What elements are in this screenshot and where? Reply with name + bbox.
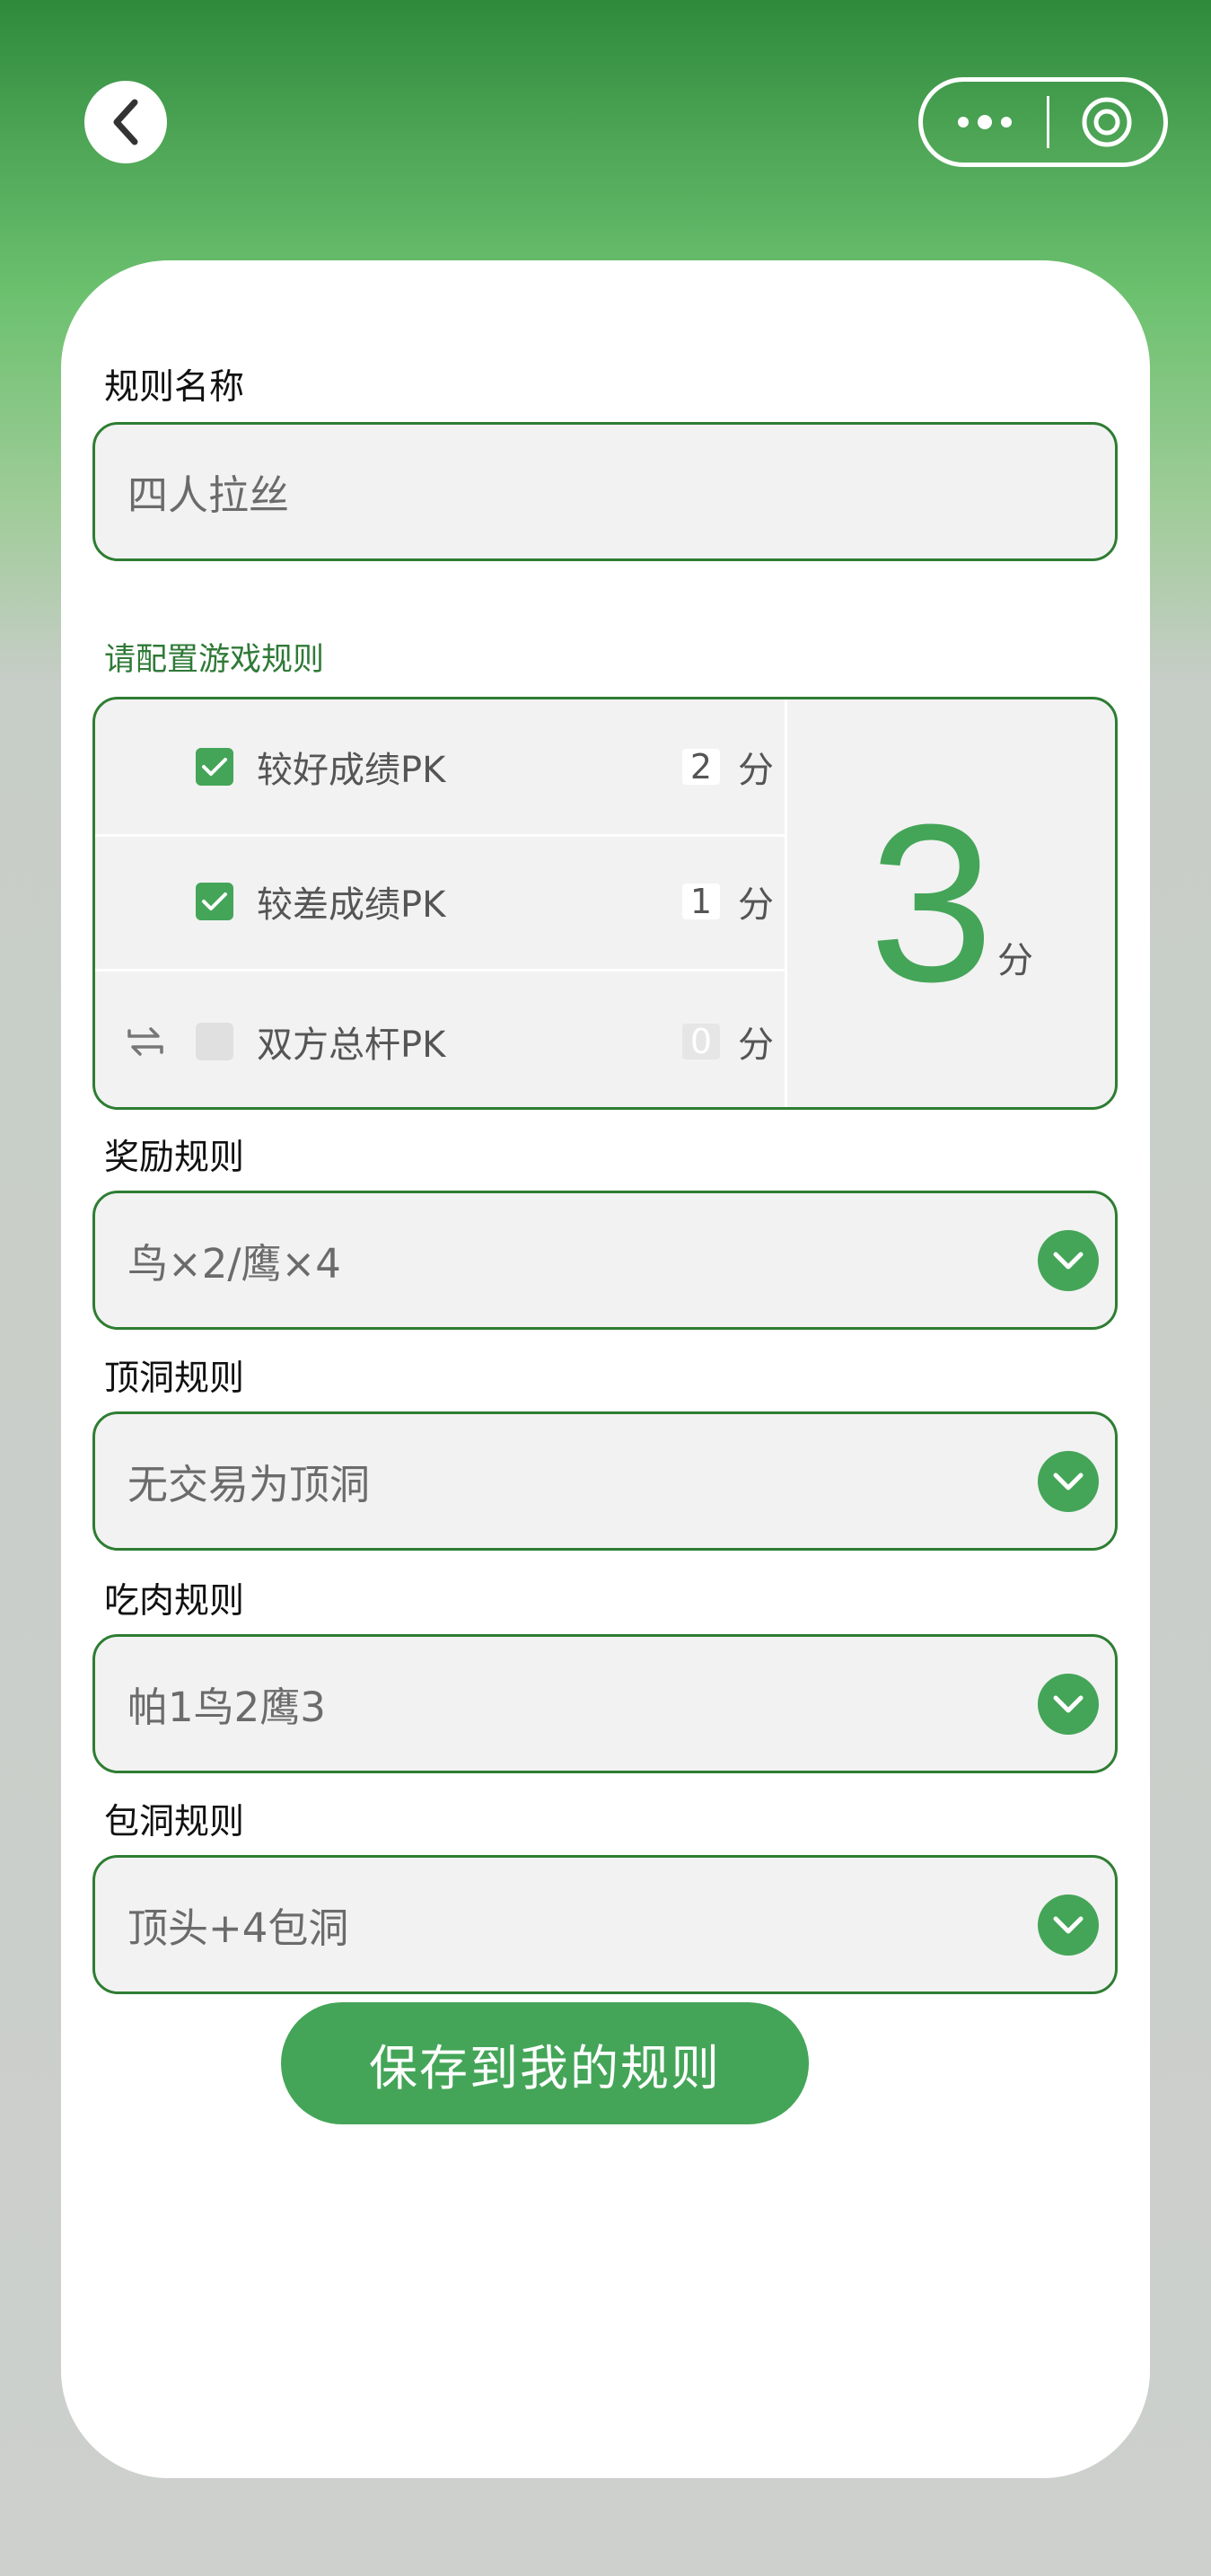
better-score-name: 较好成绩PK <box>257 750 446 791</box>
total-points-unit: 分 <box>997 940 1034 981</box>
bao-hole-rule-value: 顶头+4包洞 <box>127 1904 349 1952</box>
top-hole-rule-label: 顶洞规则 <box>104 1358 245 1399</box>
chevron-down-icon <box>1053 1473 1084 1490</box>
total-strokes-points[interactable]: 0 <box>682 1022 720 1061</box>
rule-form-card: 规则名称 四人拉丝 请配置游戏规则 较好成绩PK 2 分 较差成绩PK 1 分 <box>61 260 1150 2478</box>
rule-row-worse-score[interactable]: 较差成绩PK 1 分 <box>95 834 786 971</box>
more-button[interactable] <box>923 82 1047 163</box>
reward-rule-label: 奖励规则 <box>104 1138 245 1178</box>
chevron-left-icon <box>113 99 138 145</box>
top-hole-rule-select[interactable]: 无交易为顶洞 <box>92 1411 1118 1551</box>
eat-rule-dropdown[interactable] <box>1038 1673 1099 1735</box>
better-score-points[interactable]: 2 <box>682 747 720 787</box>
better-score-checkbox[interactable] <box>196 748 233 786</box>
total-strokes-checkbox[interactable] <box>196 1022 233 1060</box>
chevron-down-icon <box>1053 1695 1084 1712</box>
total-points-value: 3 <box>868 778 995 1028</box>
more-dots-icon <box>958 115 1012 129</box>
rule-row-total-strokes[interactable]: 双方总杆PK 0 分 <box>95 971 786 1107</box>
rule-name-label: 规则名称 <box>104 367 245 408</box>
eat-rule-select[interactable]: 帕1鸟2鹰3 <box>92 1634 1118 1773</box>
worse-score-checkbox[interactable] <box>196 883 233 920</box>
check-icon <box>202 758 227 776</box>
total-strokes-name: 双方总杆PK <box>257 1024 446 1066</box>
top-hole-rule-dropdown[interactable] <box>1038 1450 1099 1512</box>
reward-rule-dropdown[interactable] <box>1038 1229 1099 1291</box>
worse-score-name: 较差成绩PK <box>257 884 446 926</box>
bao-hole-rule-dropdown[interactable] <box>1038 1894 1099 1956</box>
back-button[interactable] <box>84 81 167 163</box>
rule-name-value: 四人拉丝 <box>127 471 290 519</box>
worse-score-points[interactable]: 1 <box>682 882 720 921</box>
reward-rule-select[interactable]: 鸟×2/鹰×4 <box>92 1191 1118 1330</box>
swap-icon[interactable] <box>122 1024 169 1059</box>
save-to-my-rules-button[interactable]: 保存到我的规则 <box>281 2002 809 2124</box>
game-rules-box: 较好成绩PK 2 分 较差成绩PK 1 分 双方总杆PK 0 分 3 分 <box>92 697 1118 1110</box>
total-points-display: 3 分 <box>787 699 1115 1107</box>
reward-rule-value: 鸟×2/鹰×4 <box>127 1240 341 1288</box>
mini-program-capsule <box>918 77 1168 167</box>
eat-rule-label: 吃肉规则 <box>104 1581 245 1622</box>
rule-row-better-score[interactable]: 较好成绩PK 2 分 <box>95 699 786 837</box>
close-mini-program-button[interactable] <box>1049 82 1163 163</box>
bao-hole-rule-select[interactable]: 顶头+4包洞 <box>92 1855 1118 1994</box>
config-rules-label: 请配置游戏规则 <box>104 642 325 678</box>
better-score-unit: 分 <box>738 750 774 791</box>
total-strokes-unit: 分 <box>738 1024 774 1066</box>
eat-rule-value: 帕1鸟2鹰3 <box>127 1684 326 1731</box>
bao-hole-rule-label: 包洞规则 <box>104 1802 245 1842</box>
chevron-down-icon <box>1053 1252 1084 1269</box>
chevron-down-icon <box>1053 1916 1084 1933</box>
rule-name-input[interactable]: 四人拉丝 <box>92 422 1118 561</box>
check-icon <box>202 892 227 910</box>
worse-score-unit: 分 <box>738 884 774 926</box>
target-icon <box>1082 97 1131 147</box>
top-hole-rule-value: 无交易为顶洞 <box>127 1461 371 1508</box>
